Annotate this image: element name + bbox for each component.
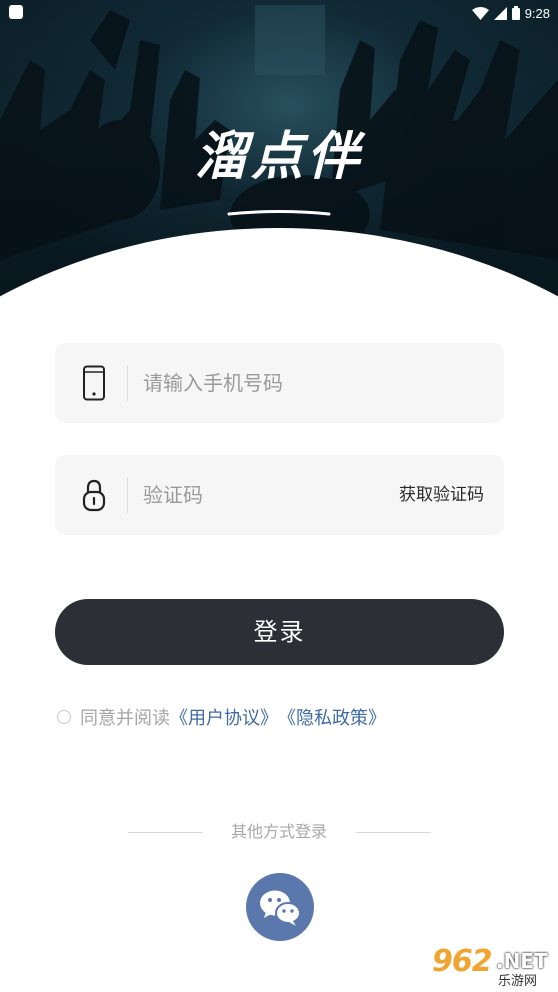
field-divider <box>127 365 128 401</box>
app-logo: 溜点伴 <box>194 126 363 187</box>
login-button[interactable]: 登录 <box>55 599 504 665</box>
agreement-row: 同意并阅读 《用户协议》 《隐私政策》 <box>57 704 386 730</box>
get-verification-code-button[interactable]: 获取验证码 <box>399 455 484 535</box>
battery-icon <box>511 6 520 20</box>
other-login-label: 其他方式登录 <box>230 822 327 841</box>
verification-code-input[interactable] <box>143 455 383 535</box>
field-divider <box>127 477 128 513</box>
watermark-name: 乐游网 <box>498 974 538 989</box>
agreement-prefix: 同意并阅读 <box>80 708 170 729</box>
privacy-policy-link[interactable]: 《隐私政策》 <box>278 704 386 730</box>
wechat-login-button[interactable] <box>246 873 314 941</box>
watermark-number: 962 <box>432 944 493 979</box>
divider-line-right <box>356 832 431 833</box>
site-watermark: 962 .NET 乐游网 <box>414 944 554 989</box>
phone-icon <box>83 365 105 401</box>
phone-field[interactable] <box>55 343 504 423</box>
wechat-icon <box>260 890 301 926</box>
hero-banner: 溜点伴 9:28 <box>0 0 558 300</box>
status-bar: 9:28 <box>0 0 558 26</box>
other-login-divider: 其他方式登录 <box>0 820 558 844</box>
status-time: 9:28 <box>524 5 550 21</box>
agreement-radio[interactable] <box>57 710 71 724</box>
logo-underline <box>227 210 331 216</box>
app-notification-icon <box>9 5 23 19</box>
lock-icon <box>82 479 106 512</box>
signal-icon <box>493 6 507 20</box>
wifi-icon <box>471 6 489 20</box>
user-agreement-link[interactable]: 《用户协议》 <box>170 704 278 730</box>
verification-code-field[interactable]: 获取验证码 <box>55 455 504 535</box>
phone-input[interactable] <box>143 343 383 423</box>
